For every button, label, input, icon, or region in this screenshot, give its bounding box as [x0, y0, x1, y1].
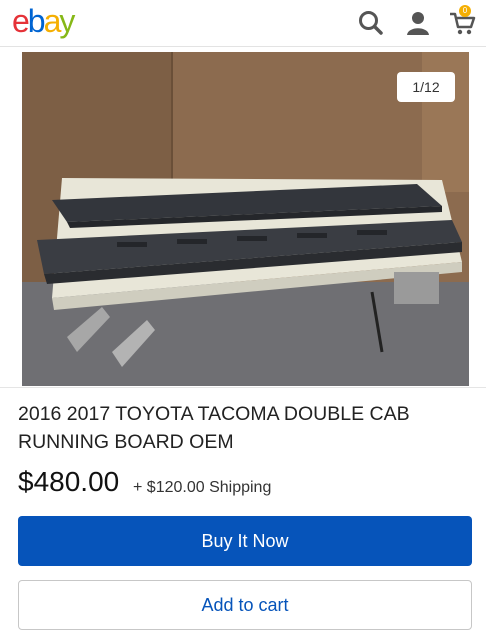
shipping-cost: + $120.00 Shipping	[133, 479, 272, 496]
buy-it-now-button[interactable]: Buy It Now	[18, 516, 472, 566]
ebay-logo[interactable]: ebay	[12, 3, 75, 40]
listing-price: $480.00	[18, 466, 120, 497]
search-icon[interactable]	[356, 8, 386, 38]
image-counter: 1/12	[397, 72, 455, 102]
user-icon[interactable]	[403, 8, 433, 38]
divider	[0, 387, 486, 388]
product-image-gallery[interactable]: 1/12	[22, 52, 469, 386]
cart-count-badge: 0	[459, 5, 471, 17]
product-photo	[22, 52, 469, 386]
logo-letter-b: b	[27, 3, 46, 39]
logo-letter-e: e	[12, 3, 30, 39]
listing-title: 2016 2017 TOYOTA TACOMA DOUBLE CAB RUNNI…	[18, 403, 410, 453]
logo-letter-y: y	[59, 3, 75, 39]
top-bar: ebay 0	[0, 0, 486, 47]
logo-letter-a: a	[43, 3, 62, 39]
add-to-cart-button[interactable]: Add to cart	[18, 580, 472, 630]
